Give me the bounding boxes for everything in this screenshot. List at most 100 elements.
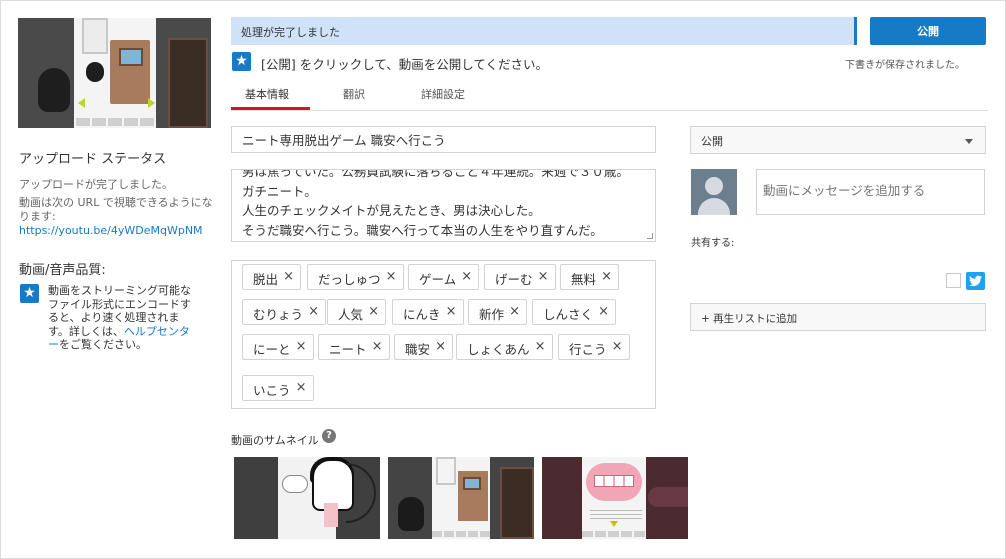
thumb-arc — [346, 463, 376, 523]
arrow-left-icon — [78, 98, 85, 108]
processing-progress-bar: 処理が完了しました — [231, 17, 857, 45]
upload-status-url-text: 動画は次の URL で視聴できるようになります: — [19, 196, 213, 223]
tag-chip: しょくあん × — [456, 334, 553, 360]
remove-tag-icon[interactable]: × — [612, 339, 623, 354]
help-icon[interactable]: ? — [322, 429, 336, 443]
tag-label: しんさく — [543, 307, 594, 322]
thumbnail-label: 動画のサムネイル — [231, 434, 319, 447]
tag-chip: 行こう × — [558, 334, 630, 360]
description-line: 男は焦っていた。公務員試験に落ちること４年連続。来週で３０歳。 — [242, 169, 629, 179]
twitter-share-checkbox[interactable] — [946, 273, 961, 288]
tag-label: にーと — [253, 342, 291, 357]
video-preview-thumbnail — [18, 18, 211, 128]
description-line: 人生のチェックメイトが見えたとき、男は決心した。 — [242, 203, 541, 219]
star-icon: ★ — [232, 52, 251, 71]
description-line: そうだ職安へ行こう。職安へ行って本当の人生をやり直すんだ。 — [242, 222, 603, 238]
remove-tag-icon[interactable]: × — [601, 269, 612, 284]
preview-chair — [168, 38, 208, 128]
thumb-door — [436, 457, 456, 485]
description-line: ガチニート。 — [242, 183, 317, 199]
tag-label: 新作 — [479, 307, 505, 322]
remove-tag-icon[interactable]: × — [296, 339, 307, 354]
star-icon: ★ — [20, 284, 39, 303]
tag-chip: ゲーム × — [408, 264, 480, 290]
remove-tag-icon[interactable]: × — [538, 269, 549, 284]
thumbnail-option-2[interactable] — [388, 457, 534, 539]
tag-label: いこう — [253, 383, 291, 398]
tag-label: むりょう — [253, 307, 304, 322]
tag-chip: 人気 × — [327, 299, 387, 325]
tag-label: にんき — [403, 307, 441, 322]
tab-advanced-settings[interactable]: 詳細設定 — [421, 86, 465, 102]
publish-button[interactable]: 公開 — [870, 17, 986, 45]
remove-tag-icon[interactable]: × — [461, 269, 472, 284]
remove-tag-icon[interactable]: × — [509, 304, 520, 319]
preview-item-slots — [76, 118, 154, 126]
preview-bag — [38, 68, 70, 112]
remove-tag-icon[interactable]: × — [598, 304, 609, 319]
thumb-item-slots — [582, 531, 646, 537]
tag-label: 職安 — [405, 342, 431, 357]
processing-status-text: 処理が完了しました — [241, 26, 340, 39]
thumb-item-slots — [432, 531, 490, 537]
thumb-chair — [500, 467, 534, 539]
remove-tag-icon[interactable]: × — [372, 339, 383, 354]
privacy-selected-value: 公開 — [701, 135, 723, 148]
chevron-down-icon — [965, 139, 973, 144]
active-tab-indicator — [231, 107, 310, 110]
thumb-bag — [398, 497, 424, 531]
tag-label: しょくあん — [467, 342, 530, 357]
tag-chip: だっしゅつ × — [307, 264, 404, 290]
thumb-speech-bubble — [282, 475, 308, 493]
tag-label: げーむ — [495, 272, 533, 287]
thumb-arrow — [610, 521, 618, 527]
tag-chip: ニート × — [318, 334, 390, 360]
tag-chip: いこう × — [242, 375, 314, 401]
tag-chip: 職安 × — [394, 334, 454, 360]
publish-hint: [公開] をクリックして、動画を公開してください。 — [261, 57, 548, 72]
quality-title: 動画/音声品質: — [19, 263, 106, 278]
tag-chip: しんさく × — [532, 299, 617, 325]
remove-tag-icon[interactable]: × — [435, 339, 446, 354]
tag-chip: にーと × — [242, 334, 314, 360]
tag-label: だっしゅつ — [318, 272, 381, 287]
remove-tag-icon[interactable]: × — [308, 304, 319, 319]
twitter-icon — [966, 272, 985, 290]
title-input[interactable] — [231, 126, 656, 153]
tag-label: ゲーム — [419, 272, 457, 287]
tag-chip: 脱出 × — [242, 264, 302, 290]
thumb-code-lock — [594, 475, 634, 487]
thumbnail-option-1[interactable] — [234, 457, 380, 539]
remove-tag-icon[interactable]: × — [283, 269, 294, 284]
video-url-link[interactable]: https://youtu.be/4yWDeMqWpNM — [19, 224, 203, 237]
remove-tag-icon[interactable]: × — [296, 380, 307, 395]
add-to-playlist-button[interactable]: + 再生リストに追加 — [690, 303, 986, 331]
quality-text: 動画をストリーミング可能なファイル形式にエンコードすると、より速く処理されます。… — [48, 284, 200, 352]
tab-basic-info[interactable]: 基本情報 — [245, 86, 289, 102]
resize-handle-icon[interactable] — [647, 233, 653, 239]
thumbnail-option-3[interactable] — [542, 457, 688, 539]
remove-tag-icon[interactable]: × — [386, 269, 397, 284]
remove-tag-icon[interactable]: × — [368, 304, 379, 319]
tag-label: ニート — [329, 342, 367, 357]
share-message-input[interactable] — [756, 169, 985, 215]
tag-chip: むりょう × — [242, 299, 327, 325]
remove-tag-icon[interactable]: × — [535, 339, 546, 354]
tag-label: 人気 — [338, 307, 364, 322]
tag-chip: にんき × — [392, 299, 464, 325]
description-textarea[interactable]: 男は焦っていた。公務員試験に落ちること４年連続。来週で３０歳。 ガチニート。 人… — [231, 169, 656, 242]
tab-bar: 基本情報 翻訳 詳細設定 — [231, 78, 988, 111]
remove-tag-icon[interactable]: × — [446, 304, 457, 319]
upload-status-done: アップロードが完了しました。 — [19, 178, 173, 191]
thumb-monitor — [463, 477, 481, 490]
privacy-select[interactable]: 公開 — [690, 126, 986, 154]
tab-translation[interactable]: 翻訳 — [343, 86, 365, 102]
tag-label: 無料 — [571, 272, 597, 287]
arrow-right-icon — [148, 98, 155, 108]
thumb-table — [648, 487, 688, 507]
preview-door — [82, 18, 108, 54]
draft-saved-status: 下書きが保存されました。 — [845, 60, 965, 71]
thumb-text-lines — [590, 509, 642, 519]
tags-field[interactable]: 脱出 × だっしゅつ × ゲーム × げーむ × 無料 × むりょう × 人気 × にんき × … — [231, 260, 656, 409]
quality-text-after: をご覧ください。 — [59, 338, 147, 351]
